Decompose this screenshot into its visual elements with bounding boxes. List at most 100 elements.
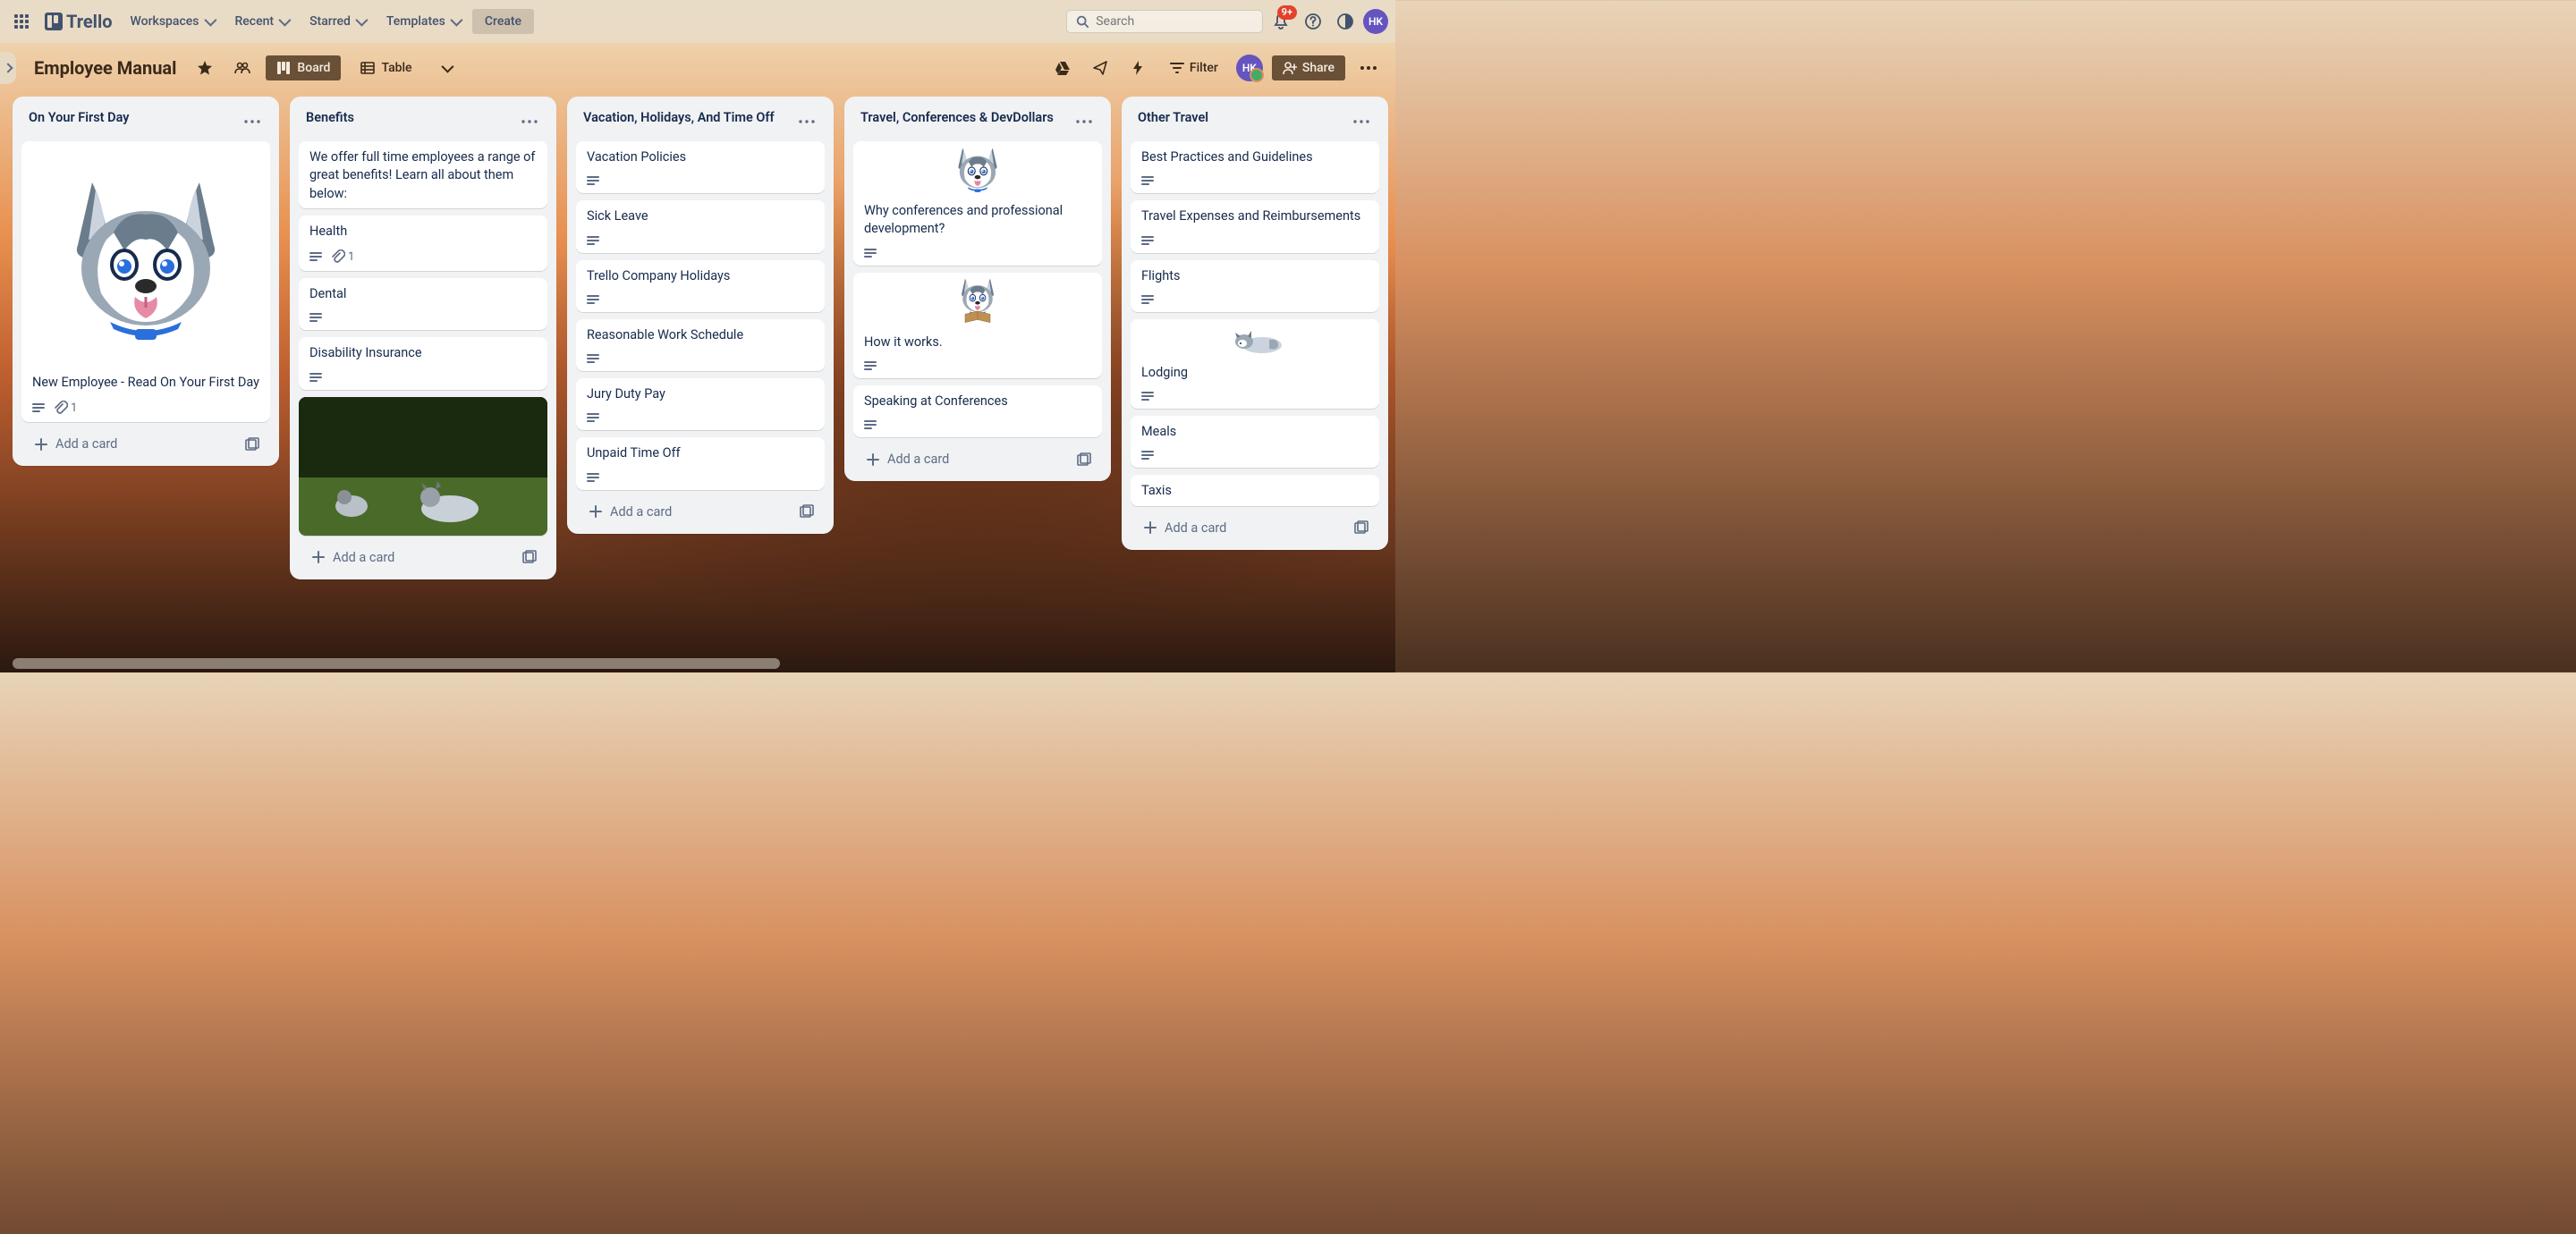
help-button[interactable] <box>1299 7 1327 36</box>
workspaces-button[interactable]: Workspaces <box>122 9 223 34</box>
more-icon <box>521 120 538 123</box>
chevron-down-icon <box>278 14 291 27</box>
trello-logo[interactable]: Trello <box>39 11 118 32</box>
add-card-button[interactable]: Add a card <box>581 499 794 525</box>
attachment-badge: 1 <box>54 401 77 415</box>
chevron-down-icon <box>204 14 216 27</box>
card-template-button[interactable] <box>517 545 542 570</box>
filter-button[interactable]: Filter <box>1161 55 1227 80</box>
card[interactable]: Travel Expenses and Reimbursements <box>1131 200 1379 252</box>
list-menu-button[interactable] <box>794 109 819 134</box>
visibility-button[interactable] <box>228 54 257 82</box>
description-icon <box>1141 294 1154 305</box>
card[interactable]: Meals <box>1131 416 1379 468</box>
card[interactable]: Lodging <box>1131 319 1379 409</box>
card[interactable]: Taxis <box>1131 475 1379 505</box>
board-title[interactable]: Employee Manual <box>29 57 182 79</box>
card-title: Travel Expenses and Reimbursements <box>1141 207 1368 225</box>
card[interactable]: Dental <box>299 278 547 330</box>
add-card-button[interactable]: Add a card <box>27 431 240 457</box>
chevron-right-icon <box>3 63 13 72</box>
card-title: How it works. <box>864 334 1091 351</box>
card[interactable]: Sick Leave <box>576 200 825 252</box>
board-canvas[interactable]: On Your First Day New Employee - Read On … <box>0 93 1395 672</box>
add-card-button[interactable]: Add a card <box>859 446 1072 472</box>
notifications-button[interactable]: 9+ <box>1267 7 1295 36</box>
card-template-button[interactable] <box>794 499 819 524</box>
powerup-drive-button[interactable] <box>1048 54 1077 82</box>
card-template-button[interactable] <box>240 432 265 457</box>
card[interactable]: Why conferences and professional develop… <box>853 141 1102 266</box>
create-button[interactable]: Create <box>472 9 534 34</box>
table-icon <box>360 61 375 75</box>
description-icon <box>587 294 599 305</box>
plus-icon <box>34 437 48 452</box>
card-title: Lodging <box>1141 364 1368 382</box>
account-avatar[interactable]: HK <box>1363 9 1388 34</box>
search-box[interactable] <box>1066 10 1263 33</box>
templates-button[interactable]: Templates <box>377 9 469 34</box>
list: Other Travel Best Practices and Guideline… <box>1122 97 1388 550</box>
list-title[interactable]: On Your First Day <box>29 109 130 127</box>
card-title: Dental <box>309 285 537 303</box>
cards-container: We offer full time employees a range of … <box>297 139 549 537</box>
table-view-button[interactable]: Table <box>350 55 422 80</box>
person-add-icon <box>1283 61 1297 75</box>
horizontal-scrollbar[interactable] <box>13 658 1383 669</box>
list-title[interactable]: Other Travel <box>1138 109 1208 127</box>
card[interactable]: Health1 <box>299 216 547 271</box>
card[interactable]: Unpaid Time Off <box>576 437 825 489</box>
description-icon <box>1141 450 1154 461</box>
add-card-button[interactable]: Add a card <box>1136 515 1349 541</box>
card[interactable]: New Employee - Read On Your First Day1 <box>21 141 270 422</box>
automation-button[interactable] <box>1123 54 1152 82</box>
recent-button[interactable]: Recent <box>226 9 298 34</box>
card[interactable]: Trello Company Holidays <box>576 260 825 312</box>
starred-button[interactable]: Starred <box>301 9 374 34</box>
card[interactable]: Flights <box>1131 260 1379 312</box>
theme-button[interactable] <box>1331 7 1360 36</box>
card[interactable]: Reasonable Work Schedule <box>576 319 825 371</box>
list: On Your First Day New Employee - Read On … <box>13 97 279 466</box>
description-icon <box>864 360 877 371</box>
list-title[interactable]: Travel, Conferences & DevDollars <box>860 109 1054 127</box>
plus-icon <box>311 550 326 564</box>
card[interactable] <box>299 397 547 536</box>
card[interactable]: We offer full time employees a range of … <box>299 141 547 208</box>
list-menu-button[interactable] <box>1072 109 1097 134</box>
view-switcher-button[interactable] <box>432 54 461 82</box>
card[interactable]: Best Practices and Guidelines <box>1131 141 1379 193</box>
share-button[interactable]: Share <box>1272 55 1345 80</box>
description-icon <box>587 235 599 246</box>
star-button[interactable] <box>191 54 219 82</box>
search-input[interactable] <box>1096 14 1253 29</box>
card[interactable]: Disability Insurance <box>299 337 547 389</box>
card-template-button[interactable] <box>1072 447 1097 472</box>
powerup-send-button[interactable] <box>1086 54 1114 82</box>
add-card-button[interactable]: Add a card <box>304 545 517 571</box>
list-title[interactable]: Vacation, Holidays, And Time Off <box>583 109 775 127</box>
card-title: Disability Insurance <box>309 344 537 362</box>
card[interactable]: How it works. <box>853 273 1102 378</box>
list-menu-button[interactable] <box>517 109 542 134</box>
list-title[interactable]: Benefits <box>306 109 354 127</box>
board-member-avatar[interactable]: HK <box>1236 55 1263 81</box>
more-icon <box>1353 120 1369 123</box>
sidebar-toggle[interactable] <box>0 52 16 84</box>
description-icon <box>1141 175 1154 186</box>
template-icon <box>245 437 259 452</box>
card-template-button[interactable] <box>1349 515 1374 540</box>
cards-container: Vacation Policies Sick Leave Trello Compan… <box>574 139 826 492</box>
board-view-button[interactable]: Board <box>266 55 341 80</box>
app-switcher-icon[interactable] <box>7 7 36 36</box>
plus-icon <box>589 504 603 519</box>
list-menu-button[interactable] <box>1349 109 1374 134</box>
card[interactable]: Speaking at Conferences <box>853 385 1102 437</box>
card[interactable]: Vacation Policies <box>576 141 825 193</box>
card[interactable]: Jury Duty Pay <box>576 378 825 430</box>
plus-icon <box>1143 520 1157 535</box>
more-icon <box>244 120 260 123</box>
theme-icon <box>1336 13 1354 30</box>
list-menu-button[interactable] <box>240 109 265 134</box>
board-menu-button[interactable] <box>1354 54 1383 82</box>
